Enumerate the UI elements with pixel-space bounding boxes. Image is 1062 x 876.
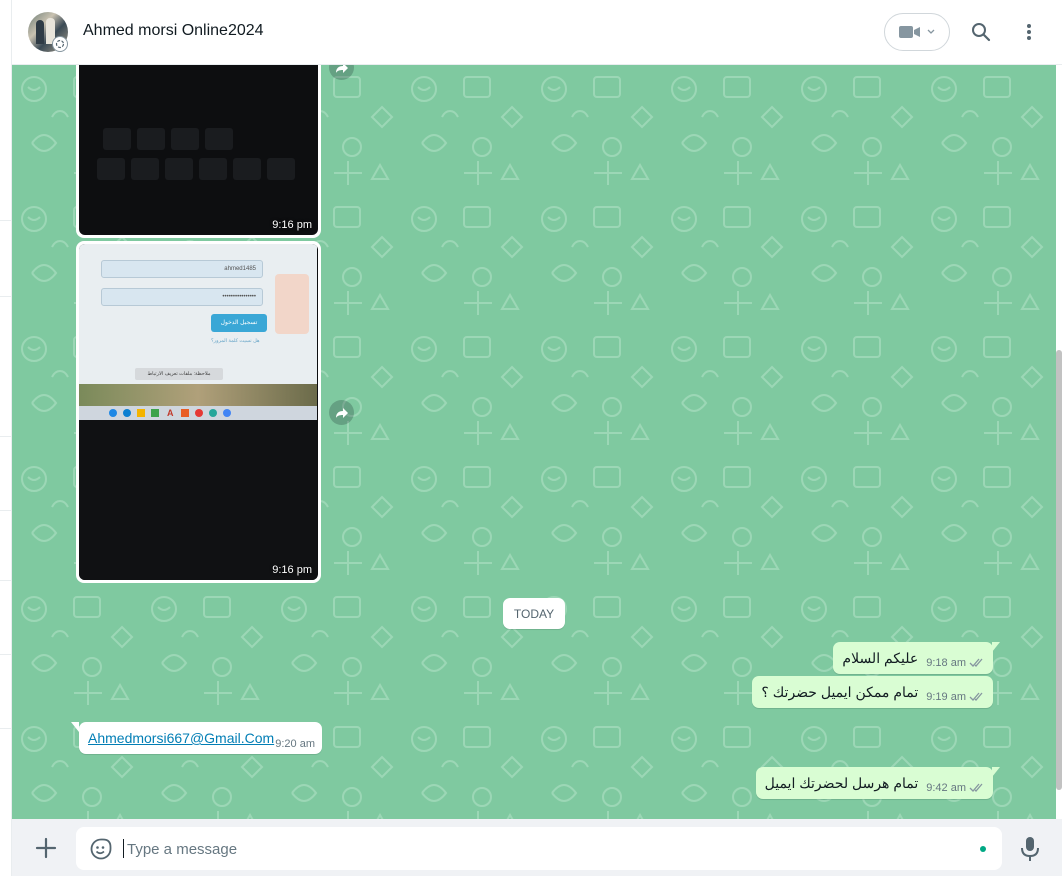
screen-notice: ملاحظة: ملفات تعريف الارتباط	[135, 368, 223, 380]
whatsapp-chat-window: Ahmed morsi Online2024 9:16 pm ahmed1485…	[0, 0, 1062, 876]
plus-icon	[35, 837, 57, 859]
attach-button[interactable]	[34, 836, 58, 860]
chat-header: Ahmed morsi Online2024	[12, 0, 1062, 65]
message-input-wrapper	[76, 827, 1002, 870]
keyboard-key	[199, 158, 227, 180]
forward-icon	[335, 407, 348, 418]
screen-username-field: ahmed1485	[101, 260, 263, 278]
menu-icon	[1027, 24, 1031, 40]
divider	[0, 436, 12, 437]
double-check-icon	[969, 783, 983, 792]
message-text: تمام هرسل لحضرتك ايميل	[764, 774, 919, 791]
message-time: 9:19 am	[926, 691, 966, 703]
message-text: تمام ممكن ايميل حضرتك ؟	[761, 683, 919, 700]
taskbar-app-icon	[109, 409, 117, 417]
chevron-down-icon	[927, 29, 935, 34]
voice-message-button[interactable]	[1019, 836, 1041, 862]
divider	[0, 296, 12, 297]
keyboard-key	[103, 128, 131, 150]
photo-desk-strip	[79, 384, 317, 406]
date-divider: TODAY	[503, 598, 565, 629]
screen-forgot-link: هل نسيت كلمة المرور؟	[211, 338, 260, 344]
email-link[interactable]: Ahmedmorsi667@Gmail.Com	[88, 730, 274, 746]
mic-icon	[1021, 837, 1039, 861]
outgoing-message[interactable]: عليكم السلام 9:18 am	[833, 642, 1000, 674]
avatar-figure	[36, 20, 44, 44]
image-message[interactable]: ahmed1485 •••••••••••••••• تسجيل الدخول …	[76, 241, 321, 583]
video-call-icon	[899, 26, 920, 38]
conversation-panel[interactable]: 9:16 pm ahmed1485 •••••••••••••••• تسجيل…	[12, 65, 1056, 819]
outgoing-message[interactable]: تمام هرسل لحضرتك ايميل 9:42 am	[755, 767, 1000, 799]
divider	[0, 220, 12, 221]
login-screen-photo: ahmed1485 •••••••••••••••• تسجيل الدخول …	[79, 244, 318, 580]
status-dot-icon	[980, 846, 986, 852]
double-check-icon	[969, 658, 983, 667]
divider	[0, 654, 12, 655]
bubble-tail	[992, 767, 1000, 777]
image-message[interactable]: 9:16 pm	[76, 65, 321, 238]
image-timestamp: 9:16 pm	[272, 564, 312, 576]
incoming-message[interactable]: Ahmedmorsi667@Gmail.Com 9:20 am	[71, 722, 322, 754]
video-call-button[interactable]	[884, 13, 950, 51]
taskbar-app-icon	[181, 409, 189, 417]
contact-name[interactable]: Ahmed morsi Online2024	[83, 22, 264, 40]
bubble-tail	[71, 722, 79, 732]
forward-button[interactable]	[329, 400, 354, 425]
text-caret	[123, 839, 124, 858]
screen-taskbar: A	[79, 406, 317, 420]
scrollbar-thumb[interactable]	[1056, 350, 1062, 790]
taskbar-app-icon	[151, 409, 159, 417]
composer-bar	[12, 819, 1062, 876]
photo-keyboard-dark	[79, 420, 317, 580]
taskbar-app-icon	[123, 409, 131, 417]
message-meta: 9:19 am	[926, 691, 985, 703]
double-check-icon	[969, 692, 983, 701]
menu-button[interactable]	[1015, 18, 1043, 46]
bubble-tail	[992, 642, 1000, 652]
sticker-button[interactable]	[90, 838, 112, 860]
keyboard-key	[97, 158, 125, 180]
search-icon	[972, 23, 991, 42]
keyboard-key	[165, 158, 193, 180]
taskbar-app-icon	[209, 409, 217, 417]
taskbar-app-icon	[137, 409, 145, 417]
chat-scrollbar[interactable]	[1056, 65, 1062, 819]
image-timestamp: 9:16 pm	[272, 219, 312, 231]
photo-screen: ahmed1485 •••••••••••••••• تسجيل الدخول …	[79, 244, 317, 404]
chat-list-edge	[0, 0, 12, 876]
message-time: 9:20 am	[275, 738, 315, 750]
sticker-icon	[90, 838, 112, 860]
screen-password-field: ••••••••••••••••	[101, 288, 263, 306]
outgoing-message[interactable]: تمام ممكن ايميل حضرتك ؟ 9:19 am	[752, 676, 993, 708]
message-input[interactable]	[127, 839, 947, 859]
taskbar-app-icon	[195, 409, 203, 417]
keyboard-photo: 9:16 pm	[79, 65, 318, 235]
keyboard-key	[233, 158, 261, 180]
divider	[0, 580, 12, 581]
divider	[0, 728, 12, 729]
message-text: عليكم السلام	[842, 649, 919, 666]
taskbar-app-icon: A	[167, 408, 174, 418]
keyboard-key	[137, 128, 165, 150]
screen-login-button: تسجيل الدخول	[211, 314, 267, 332]
taskbar-app-icon	[223, 409, 231, 417]
message-meta: 9:42 am	[926, 782, 985, 794]
keyboard-key	[131, 158, 159, 180]
message-time: 9:42 am	[926, 782, 966, 794]
forward-icon	[335, 65, 348, 73]
keyboard-key	[205, 128, 233, 150]
message-meta: 9:18 am	[926, 657, 985, 669]
status-ring-icon	[52, 36, 68, 52]
search-button[interactable]	[967, 18, 995, 46]
keyboard-key	[171, 128, 199, 150]
message-time: 9:18 am	[926, 657, 966, 669]
divider	[0, 510, 12, 511]
screen-person-image	[275, 274, 309, 334]
keyboard-key	[267, 158, 295, 180]
